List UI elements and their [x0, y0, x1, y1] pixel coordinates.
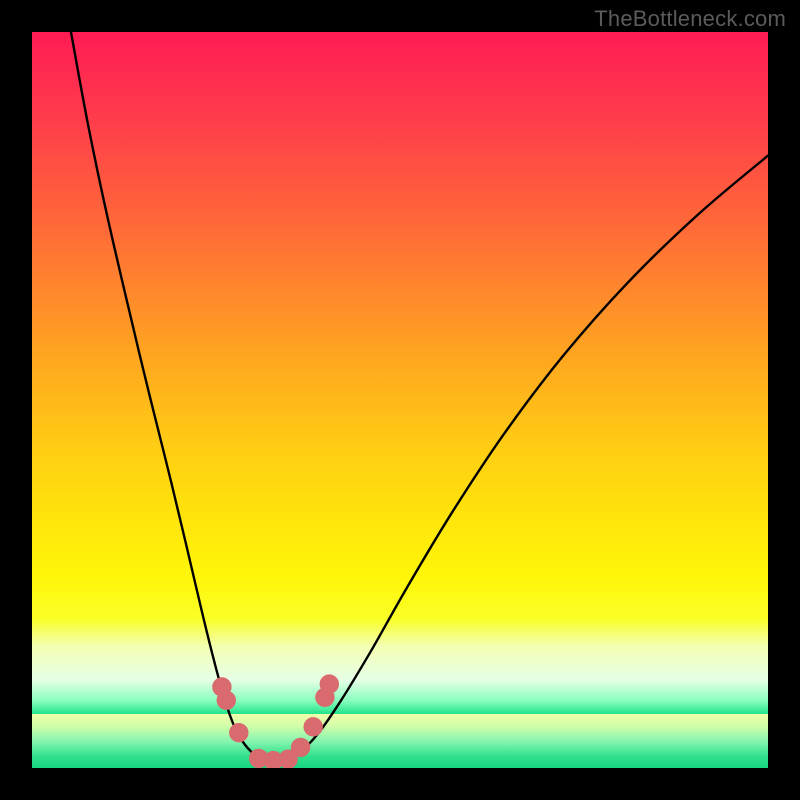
plot-area — [32, 32, 768, 768]
bead — [230, 724, 248, 742]
watermark-text: TheBottleneck.com — [594, 6, 786, 32]
curves-layer — [32, 32, 768, 768]
bead — [304, 718, 322, 736]
bead — [291, 738, 309, 756]
right-curve — [282, 156, 768, 761]
left-curve — [71, 32, 282, 761]
bead — [320, 675, 338, 693]
bead — [217, 691, 235, 709]
chart-stage: TheBottleneck.com — [0, 0, 800, 800]
